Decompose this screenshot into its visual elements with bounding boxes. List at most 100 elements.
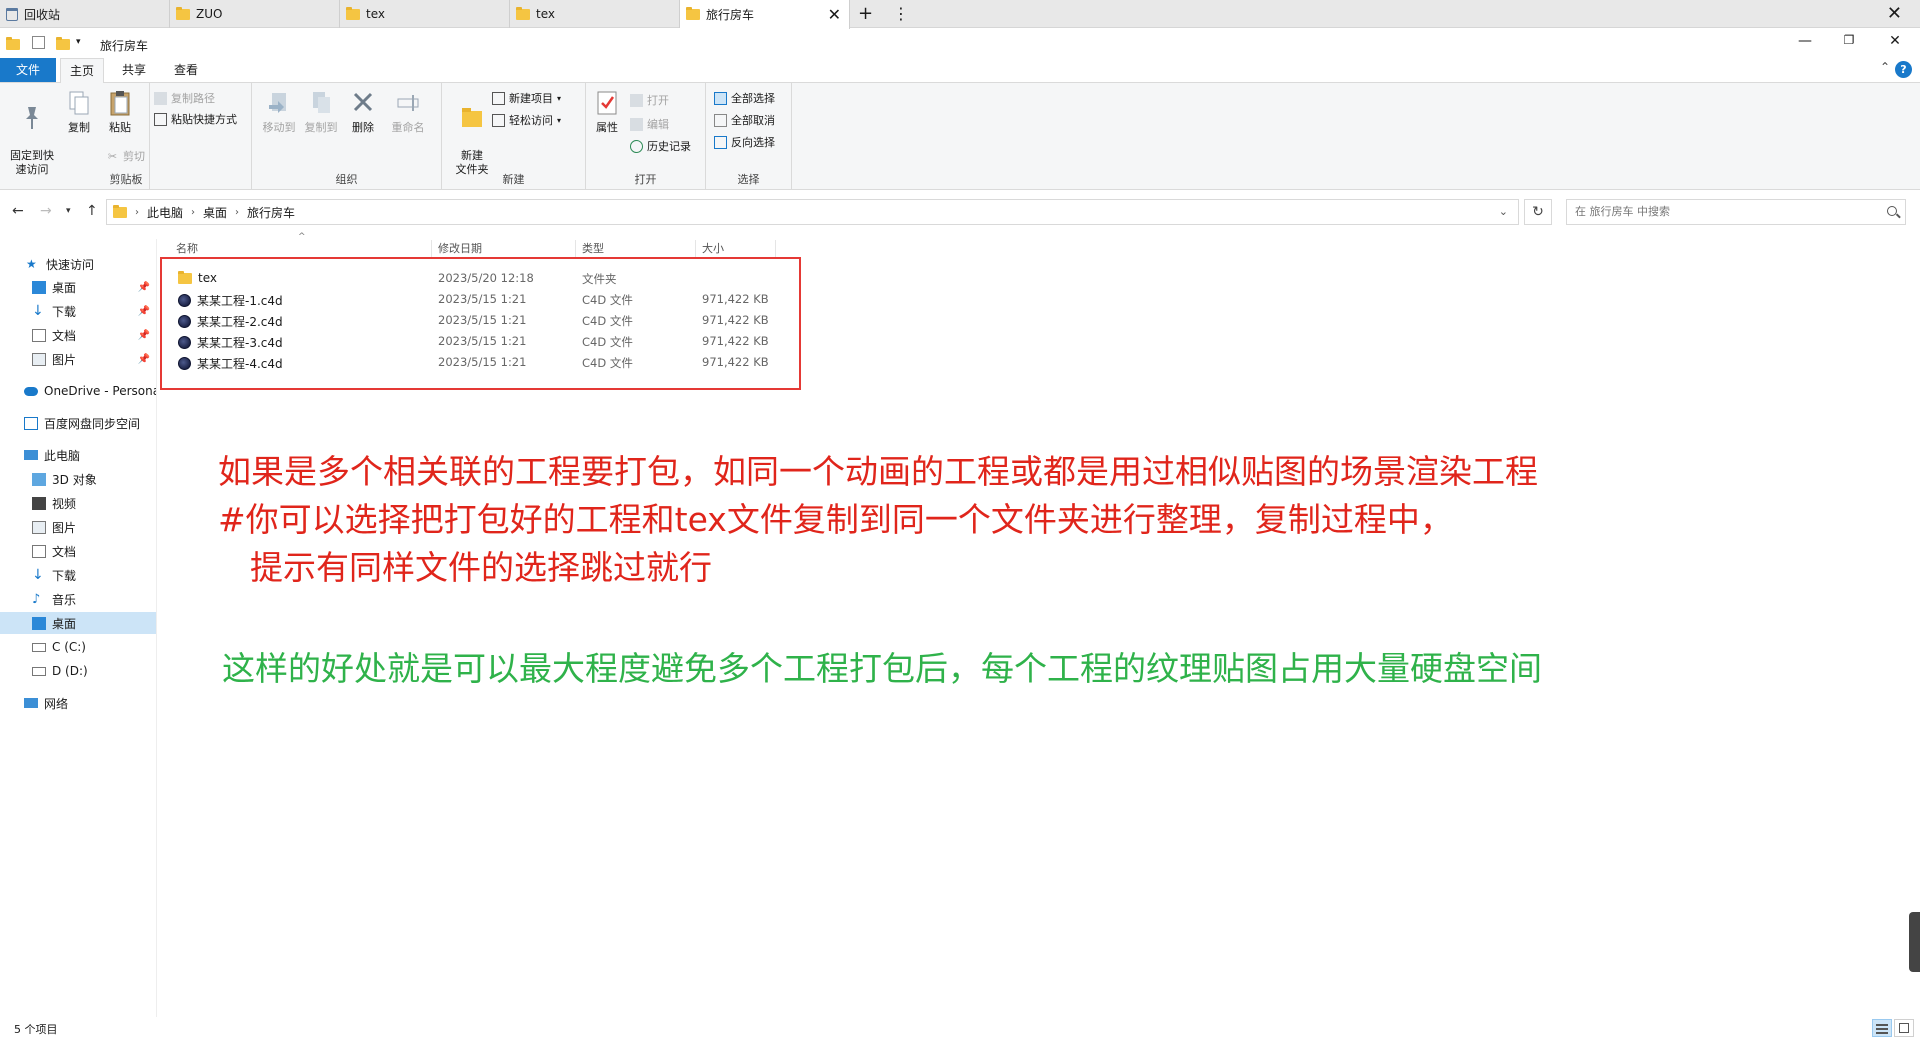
pictures-icon <box>32 520 46 534</box>
scroll-grip[interactable] <box>1909 912 1920 972</box>
nav-baidu-netdisk[interactable]: 百度网盘同步空间 <box>0 412 156 434</box>
tab-label: tex <box>366 7 385 21</box>
nav-network[interactable]: 网络 <box>0 692 156 714</box>
back-arrow-icon[interactable]: ← <box>12 203 24 219</box>
paste-icon <box>110 91 130 116</box>
copy-to-button[interactable]: 复制到 <box>302 89 340 135</box>
close-icon[interactable]: ✕ <box>1887 3 1902 24</box>
recent-locations-chevron-icon[interactable]: ▾ <box>66 206 71 216</box>
move-to-button[interactable]: 移动到 <box>260 89 298 135</box>
pin-icon[interactable]: 📌 <box>138 306 150 317</box>
close-tab-icon[interactable]: ✕ <box>828 6 841 23</box>
nav-this-pc[interactable]: 此电脑 <box>0 444 156 466</box>
chevron-down-icon[interactable]: ⌄ <box>1499 205 1508 218</box>
help-icon[interactable]: ? <box>1895 61 1912 78</box>
restore-icon[interactable]: ❐ <box>1834 33 1864 47</box>
delete-button[interactable]: 删除 <box>346 89 380 135</box>
nav-quick-downloads[interactable]: ↓ 下载 📌 <box>0 300 156 322</box>
pin-icon[interactable]: 📌 <box>138 330 150 341</box>
window-title: 旅行房车 <box>100 39 149 53</box>
address-bar[interactable]: › 此电脑 › 桌面 › 旅行房车 ⌄ <box>106 199 1519 225</box>
copy-button[interactable]: 复制 <box>62 89 96 135</box>
desktop-icon <box>32 280 46 294</box>
pin-icon[interactable]: 📌 <box>138 282 150 293</box>
paste-button[interactable]: 粘贴 <box>102 89 138 135</box>
copy-icon <box>69 91 89 115</box>
music-icon: ♪ <box>32 591 41 607</box>
tab-recycle-bin[interactable]: 回收站 <box>0 0 170 28</box>
more-options-icon[interactable]: ⋮ <box>893 3 909 25</box>
nav-downloads[interactable]: ↓ 下载 <box>0 564 156 586</box>
nav-documents[interactable]: 文档 <box>0 540 156 562</box>
cut-button[interactable]: ✂ 剪切 <box>106 147 145 165</box>
select-group: 全部选择 全部取消 反向选择 选择 <box>706 83 792 190</box>
invert-selection-label: 反向选择 <box>731 136 775 149</box>
column-modified[interactable]: 修改日期 <box>432 240 576 258</box>
tab-tex-2[interactable]: tex <box>510 0 680 28</box>
column-size[interactable]: 大小 <box>696 240 776 258</box>
details-view-button[interactable] <box>1872 1019 1892 1037</box>
select-none-button[interactable]: 全部取消 <box>714 111 775 129</box>
tab-home[interactable]: 主页 <box>60 58 104 83</box>
tab-view[interactable]: 查看 <box>164 58 208 82</box>
minimize-icon[interactable]: — <box>1790 33 1820 49</box>
chevron-up-icon[interactable]: ⌃ <box>1880 60 1890 74</box>
history-button[interactable]: 历史记录 <box>630 137 691 155</box>
new-tab-icon[interactable]: + <box>858 3 873 25</box>
tab-bar: 回收站 ZUO tex tex 旅行房车 ✕ + ⋮ ✕ <box>0 0 1920 29</box>
select-all-button[interactable]: 全部选择 <box>714 89 775 107</box>
nav-onedrive[interactable]: OneDrive - Persona <box>0 380 156 402</box>
search-placeholder: 在 旅行房车 中搜索 <box>1575 205 1670 218</box>
delete-label: 删除 <box>352 121 374 134</box>
nav-quick-documents[interactable]: 文档 📌 <box>0 324 156 346</box>
open-button[interactable]: 打开 <box>630 91 669 109</box>
close-icon[interactable]: ✕ <box>1880 33 1910 49</box>
nav-label: D (D:) <box>52 664 88 678</box>
breadcrumb-current[interactable]: 旅行房车 <box>247 204 295 221</box>
new-item-button[interactable]: 新建项目 ▾ <box>492 89 561 107</box>
rename-button[interactable]: 重命名 <box>386 89 430 135</box>
nav-quick-pictures[interactable]: 图片 📌 <box>0 348 156 370</box>
nav-pictures[interactable]: 图片 <box>0 516 156 538</box>
nav-label: 百度网盘同步空间 <box>44 416 141 431</box>
tab-label: 回收站 <box>24 7 61 22</box>
pin-to-quick-access-button[interactable]: 固定到快 速访问 <box>4 89 60 177</box>
pin-icon[interactable]: 📌 <box>138 354 150 365</box>
nav-videos[interactable]: 视频 <box>0 492 156 514</box>
status-bar: 5 个项目 <box>0 1017 1920 1040</box>
tab-zuo[interactable]: ZUO <box>170 0 340 28</box>
nav-music[interactable]: ♪ 音乐 <box>0 588 156 610</box>
new-folder-button[interactable]: 新建 文件夹 <box>450 89 494 177</box>
large-icons-view-button[interactable] <box>1894 1019 1914 1037</box>
tab-travel-rv[interactable]: 旅行房车 ✕ <box>680 0 850 29</box>
tab-tex-1[interactable]: tex <box>340 0 510 28</box>
nav-3d-objects[interactable]: 3D 对象 <box>0 468 156 490</box>
tab-file[interactable]: 文件 <box>0 58 56 82</box>
new-group: 新建 文件夹 新建项目 ▾ 轻松访问 ▾ 新建 <box>442 83 586 190</box>
properties-button[interactable]: 属性 <box>590 89 624 135</box>
cloud-icon <box>24 386 38 396</box>
properties-quick-icon[interactable] <box>32 36 45 49</box>
nav-drive-c[interactable]: C (C:) <box>0 636 156 658</box>
new-folder-quick-icon[interactable] <box>56 37 70 50</box>
search-input[interactable]: 在 旅行房车 中搜索 <box>1566 199 1906 225</box>
nav-drive-d[interactable]: D (D:) <box>0 660 156 682</box>
nav-desktop[interactable]: 桌面 <box>0 612 156 634</box>
customize-quick-access-icon[interactable]: ▾ <box>76 37 81 47</box>
invert-selection-button[interactable]: 反向选择 <box>714 133 775 151</box>
nav-quick-access[interactable]: ★ 快速访问 <box>0 253 156 275</box>
folder-icon <box>346 6 360 20</box>
video-icon <box>32 496 46 510</box>
up-arrow-icon[interactable]: ↑ <box>86 203 98 219</box>
breadcrumb-this-pc[interactable]: 此电脑 <box>147 204 183 221</box>
tab-share[interactable]: 共享 <box>112 58 156 82</box>
scissors-icon: ✂ <box>107 149 118 163</box>
forward-arrow-icon[interactable]: → <box>40 203 52 219</box>
refresh-button[interactable]: ↻ <box>1524 199 1552 225</box>
breadcrumb-desktop[interactable]: 桌面 <box>203 204 227 221</box>
edit-button[interactable]: 编辑 <box>630 115 669 133</box>
column-name[interactable]: 名称 <box>170 240 432 258</box>
column-type[interactable]: 类型 <box>576 240 696 258</box>
nav-quick-desktop[interactable]: 桌面 📌 <box>0 276 156 298</box>
easy-access-button[interactable]: 轻松访问 ▾ <box>492 111 561 129</box>
